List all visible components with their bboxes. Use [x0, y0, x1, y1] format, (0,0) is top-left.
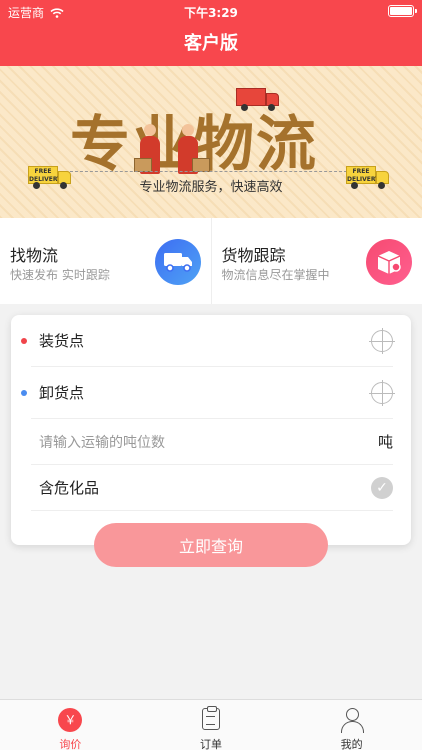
- inquiry-form: 装货点 卸货点 请输入运输的吨位数 吨 含危化品 ✓: [11, 315, 411, 545]
- hazardous-row[interactable]: 含危化品 ✓: [31, 465, 393, 511]
- check-icon[interactable]: ✓: [371, 476, 393, 499]
- banner-subtitle: 专业物流服务，快速高效: [139, 180, 283, 195]
- yuan-icon: ￥: [58, 708, 83, 732]
- unloading-point-row[interactable]: 卸货点: [21, 367, 395, 419]
- clipboard-icon: [202, 706, 220, 730]
- banner-divider: [65, 171, 357, 172]
- page-title: 客户版: [0, 22, 422, 66]
- tonnage-row[interactable]: 请输入运输的吨位数 吨: [31, 419, 393, 465]
- unloading-dot: [21, 389, 27, 396]
- tab-mine[interactable]: 我的: [281, 700, 422, 750]
- service-entries: 找物流 快速发布 实时跟踪 货物跟踪 物流信息尽在掌握中: [0, 218, 422, 304]
- parcel-left: [134, 158, 152, 172]
- service-title: 找物流: [10, 246, 59, 265]
- service-desc: 快速发布 实时跟踪: [10, 268, 110, 282]
- package-icon: [366, 239, 412, 285]
- query-button[interactable]: 立即查询: [94, 523, 328, 567]
- find-logistics-entry[interactable]: 找物流 快速发布 实时跟踪: [0, 218, 211, 304]
- tab-orders[interactable]: 订单: [141, 700, 282, 750]
- delivery-truck-top: [236, 88, 280, 111]
- banner[interactable]: 专业物流 FREE DELIVERY FREE DELIVERY 专业物流服务，…: [0, 66, 422, 218]
- tab-inquiry[interactable]: ￥ 询价: [0, 700, 141, 750]
- hazardous-label: 含危化品: [39, 479, 100, 497]
- tonnage-input[interactable]: 请输入运输的吨位数: [31, 432, 165, 452]
- cargo-tracking-entry[interactable]: 货物跟踪 物流信息尽在掌握中: [210, 218, 422, 304]
- tab-label: 我的: [340, 738, 363, 750]
- locate-icon[interactable]: [369, 327, 395, 354]
- tonnage-unit: 吨: [377, 433, 393, 451]
- status-time: 下午3:29: [184, 6, 238, 20]
- user-icon: [340, 708, 364, 733]
- parcel-right: [192, 158, 210, 172]
- service-title: 货物跟踪: [221, 246, 286, 265]
- loading-point-row[interactable]: 装货点: [21, 315, 395, 367]
- loading-dot: [21, 337, 27, 344]
- locate-icon[interactable]: [369, 379, 395, 406]
- tab-bar: ￥ 询价 订单 我的: [0, 699, 422, 750]
- tab-label: 订单: [200, 738, 222, 750]
- loading-point-label: 装货点: [39, 332, 85, 350]
- truck-icon: [154, 239, 201, 285]
- tab-label: 询价: [59, 738, 82, 750]
- status-bar: 运营商 下午3:29: [0, 0, 422, 22]
- battery-icon: [388, 5, 417, 17]
- service-desc: 物流信息尽在掌握中: [221, 268, 330, 282]
- unloading-point-label: 卸货点: [39, 384, 85, 402]
